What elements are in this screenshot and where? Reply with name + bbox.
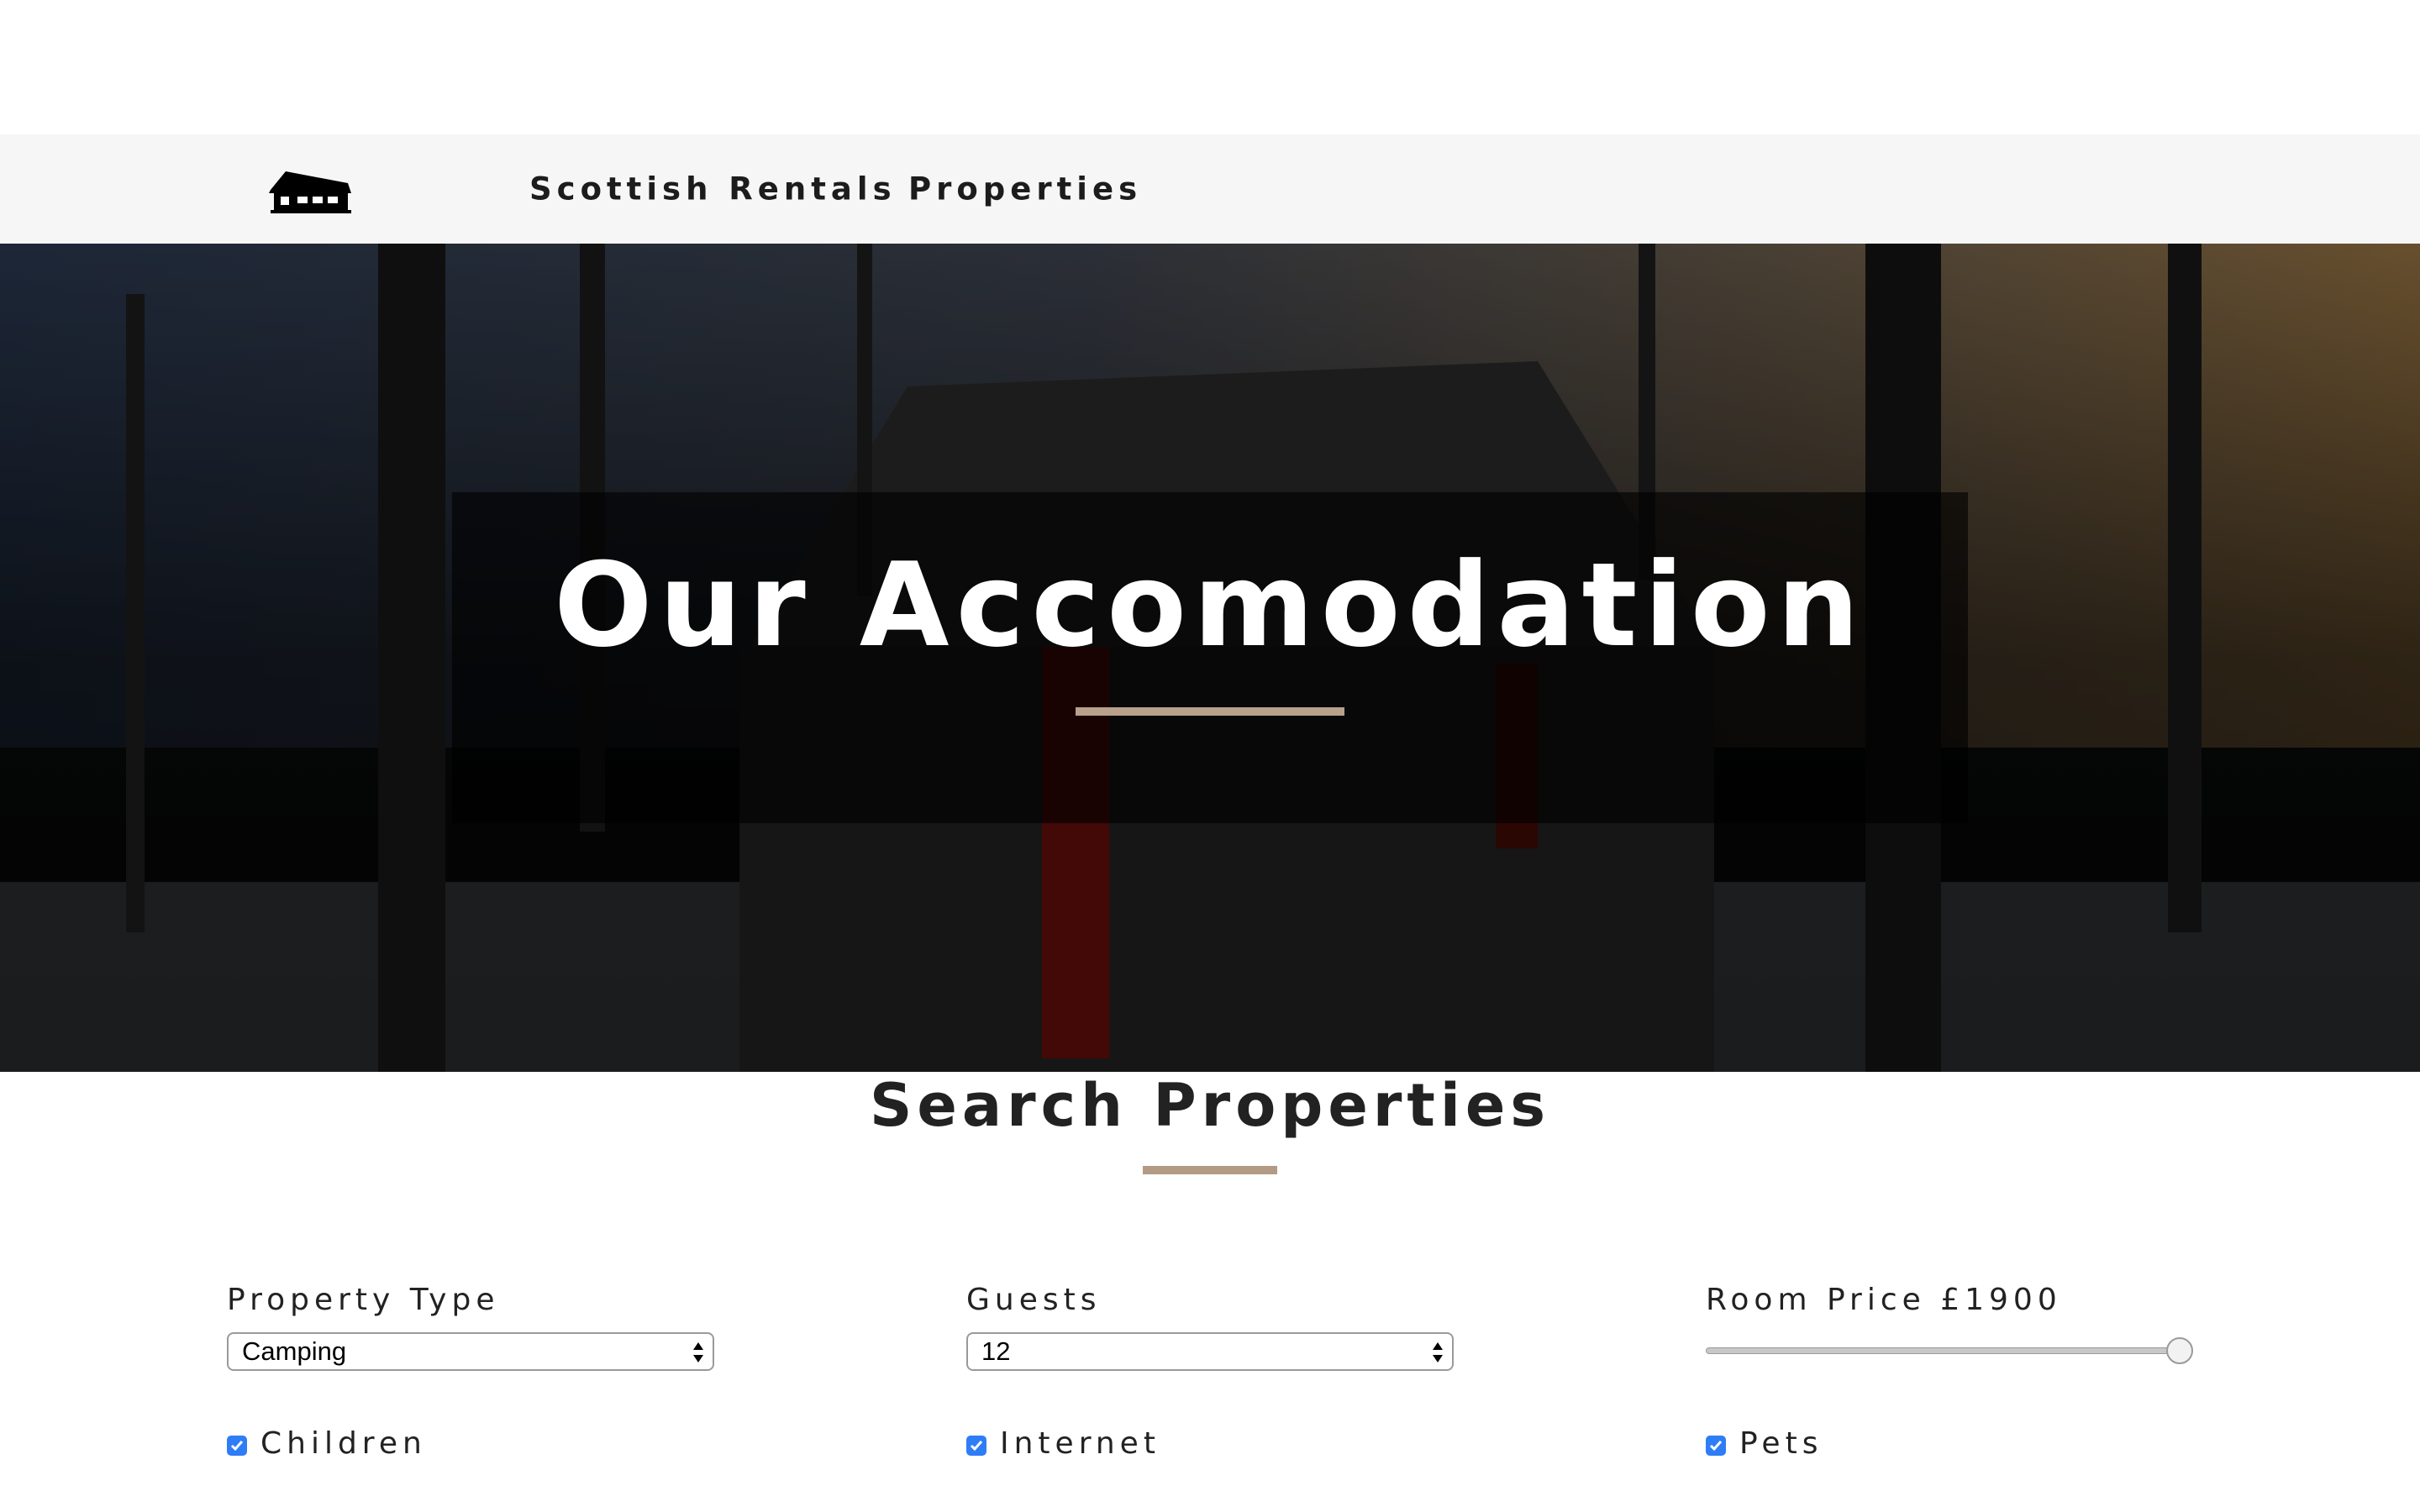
internet-checkbox[interactable]: [966, 1436, 986, 1456]
hero-divider: [1076, 707, 1344, 716]
top-whitespace: [0, 0, 2420, 134]
select-arrows-icon: [693, 1342, 703, 1362]
nav-link-scottish-rentals[interactable]: Scottish Rentals: [529, 171, 897, 207]
hero-title: Our Accomodation: [554, 538, 1866, 673]
search-title: Search Properties: [870, 1071, 1550, 1140]
pets-label: Pets: [1739, 1426, 1823, 1461]
guests-value: 12: [981, 1336, 1011, 1366]
navbar: Scottish Rentals Properties: [0, 134, 2420, 244]
select-arrows-icon: [1433, 1342, 1443, 1362]
checkmark-icon: [1709, 1441, 1723, 1452]
cabin-icon[interactable]: [267, 168, 353, 215]
hero-banner: Our Accomodation: [0, 244, 2420, 1072]
children-checkbox[interactable]: [227, 1436, 247, 1456]
slider-thumb[interactable]: [2166, 1337, 2193, 1364]
slider-track: [1706, 1347, 2180, 1354]
property-type-label: Property Type: [227, 1283, 500, 1317]
checkmark-icon: [970, 1441, 983, 1452]
guests-select[interactable]: 12: [966, 1332, 1454, 1371]
property-type-select[interactable]: Camping: [227, 1332, 714, 1371]
room-price-slider[interactable]: [1706, 1336, 2193, 1366]
search-divider: [1143, 1166, 1277, 1174]
children-label: Children: [260, 1426, 427, 1461]
checkmark-icon: [230, 1441, 244, 1452]
internet-label: Internet: [1000, 1426, 1160, 1461]
room-price-label: Room Price £1900: [1706, 1283, 2062, 1317]
guests-label: Guests: [966, 1283, 1102, 1317]
nav-link-properties[interactable]: Properties: [908, 171, 1142, 207]
pets-checkbox[interactable]: [1706, 1436, 1726, 1456]
property-type-value: Camping: [242, 1336, 347, 1366]
